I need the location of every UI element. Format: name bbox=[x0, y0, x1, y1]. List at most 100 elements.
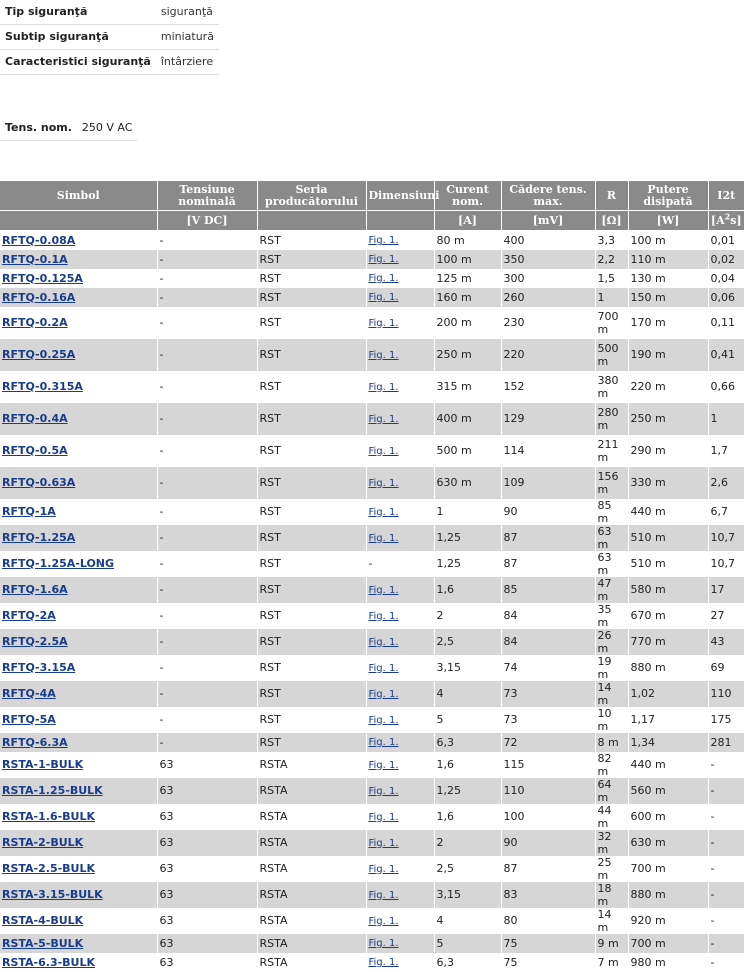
dimensions-cell: Fig. 1. bbox=[366, 268, 435, 288]
header-symbol[interactable]: Simbol bbox=[0, 181, 158, 211]
dimensions-link[interactable]: Fig. 1. bbox=[369, 663, 399, 674]
dimensions-link[interactable]: Fig. 1. bbox=[369, 350, 399, 361]
nominal-voltage-label: Tens. nom. bbox=[0, 116, 77, 141]
resistance-cell: 500 m bbox=[595, 338, 629, 371]
symbol-link[interactable]: RSTA-4-BULK bbox=[2, 914, 83, 927]
rated-voltage-cell: 63 bbox=[157, 777, 258, 804]
header-dimensions[interactable]: Dimensiuni bbox=[366, 181, 439, 211]
dimensions-link[interactable]: Fig. 1. bbox=[369, 254, 399, 265]
symbol-link[interactable]: RSTA-3.15-BULK bbox=[2, 888, 103, 901]
symbol-link[interactable]: RFTQ-2A bbox=[2, 609, 56, 622]
i2t-cell: 1,7 bbox=[708, 434, 744, 467]
dimensions-link[interactable]: Fig. 1. bbox=[369, 938, 399, 949]
symbol-link[interactable]: RSTA-2-BULK bbox=[2, 836, 83, 849]
dimensions-link[interactable]: Fig. 1. bbox=[369, 838, 399, 849]
series-cell: RST bbox=[257, 306, 367, 339]
dimensions-link[interactable]: Fig. 1. bbox=[369, 273, 399, 284]
dimensions-link[interactable]: Fig. 1. bbox=[369, 507, 399, 518]
symbol-link[interactable]: RFTQ-0.25A bbox=[2, 348, 75, 361]
series-cell: RSTA bbox=[257, 803, 367, 830]
symbol-link[interactable]: RFTQ-0.2A bbox=[2, 316, 68, 329]
dimensions-cell: Fig. 1. bbox=[366, 434, 435, 467]
dimensions-link[interactable]: Fig. 1. bbox=[369, 760, 399, 771]
dimensions-cell: Fig. 1. bbox=[366, 881, 435, 908]
series-cell: RST bbox=[257, 370, 367, 403]
series-cell: RSTA bbox=[257, 933, 367, 953]
dimensions-link[interactable]: Fig. 1. bbox=[369, 414, 399, 425]
symbol-link[interactable]: RFTQ-6.3A bbox=[2, 736, 68, 749]
dimensions-link[interactable]: Fig. 1. bbox=[369, 478, 399, 489]
symbol-link[interactable]: RSTA-1-BULK bbox=[2, 758, 83, 771]
series-cell: RSTA bbox=[257, 952, 367, 972]
symbol-link[interactable]: RSTA-5-BULK bbox=[2, 937, 83, 950]
header-manufacturer-series[interactable]: Seria producătorului bbox=[257, 181, 367, 211]
symbol-link[interactable]: RFTQ-1.6A bbox=[2, 583, 68, 596]
i2t-cell: 0,04 bbox=[708, 268, 744, 288]
dimensions-link[interactable]: Fig. 1. bbox=[369, 786, 399, 797]
i2t-cell: 43 bbox=[708, 628, 744, 655]
header-power-dissipation[interactable]: Putere disipată bbox=[628, 181, 709, 211]
dimensions-link[interactable]: Fig. 1. bbox=[369, 689, 399, 700]
power-dissipation-cell: 880 m bbox=[628, 881, 709, 908]
dimensions-link[interactable]: Fig. 1. bbox=[369, 533, 399, 544]
header-i2t[interactable]: I2t bbox=[708, 181, 744, 211]
dimensions-link[interactable]: Fig. 1. bbox=[369, 637, 399, 648]
symbol-link[interactable]: RFTQ-4A bbox=[2, 687, 56, 700]
dimensions-link[interactable]: Fig. 1. bbox=[369, 585, 399, 596]
power-dissipation-cell: 980 m bbox=[628, 952, 709, 972]
header-resistance[interactable]: R bbox=[595, 181, 629, 211]
symbol-link[interactable]: RFTQ-2.5A bbox=[2, 635, 68, 648]
symbol-link[interactable]: RFTQ-0.63A bbox=[2, 476, 75, 489]
symbol-cell: RFTQ-5A bbox=[0, 706, 158, 733]
dimensions-link[interactable]: Fig. 1. bbox=[369, 292, 399, 303]
symbol-link[interactable]: RFTQ-0.1A bbox=[2, 253, 68, 266]
power-dissipation-cell: 100 m bbox=[628, 230, 709, 250]
symbol-link[interactable]: RFTQ-1A bbox=[2, 505, 56, 518]
header-rated-voltage[interactable]: Tensiune nominală bbox=[157, 181, 258, 211]
table-row: RFTQ-0.5A - RST Fig. 1. 500 m 114 211 m 290 m 1,… bbox=[0, 434, 744, 467]
dimensions-link[interactable]: Fig. 1. bbox=[369, 957, 399, 968]
dimensions-link[interactable]: Fig. 1. bbox=[369, 715, 399, 726]
dimensions-link[interactable]: Fig. 1. bbox=[369, 864, 399, 875]
rated-current-cell: 100 m bbox=[434, 249, 502, 269]
dimensions-link[interactable]: Fig. 1. bbox=[369, 382, 399, 393]
voltage-drop-cell: 83 bbox=[501, 881, 596, 908]
dimensions-link[interactable]: Fig. 1. bbox=[369, 318, 399, 329]
series-cell: RST bbox=[257, 550, 367, 577]
dimensions-link[interactable]: Fig. 1. bbox=[369, 812, 399, 823]
voltage-drop-cell: 152 bbox=[501, 370, 596, 403]
header-rated-current[interactable]: Curent nom. bbox=[434, 181, 502, 211]
power-dissipation-cell: 250 m bbox=[628, 402, 709, 435]
rated-current-cell: 4 bbox=[434, 907, 502, 934]
symbol-link[interactable]: RFTQ-1.25A-LONG bbox=[2, 557, 114, 570]
symbol-link[interactable]: RFTQ-0.5A bbox=[2, 444, 68, 457]
table-row: RSTA-3.15-BULK 63 RSTA Fig. 1. 3,15 83 18 m 880… bbox=[0, 881, 744, 908]
symbol-link[interactable]: RSTA-6.3-BULK bbox=[2, 956, 95, 969]
attribute-label: Caracteristici siguranţă bbox=[0, 49, 156, 75]
symbol-link[interactable]: RSTA-1.25-BULK bbox=[2, 784, 103, 797]
symbol-link[interactable]: RFTQ-0.125A bbox=[2, 272, 83, 285]
dimensions-link[interactable]: Fig. 1. bbox=[369, 446, 399, 457]
unit-row: [V DC] [A] [mV] [Ω] [W] [A2s] bbox=[0, 210, 744, 231]
symbol-link[interactable]: RFTQ-5A bbox=[2, 713, 56, 726]
symbol-link[interactable]: RFTQ-0.16A bbox=[2, 291, 75, 304]
series-cell: RST bbox=[257, 498, 367, 525]
resistance-cell: 9 m bbox=[595, 933, 629, 953]
symbol-link[interactable]: RFTQ-3.15A bbox=[2, 661, 75, 674]
dimensions-link[interactable]: Fig. 1. bbox=[369, 611, 399, 622]
rated-voltage-cell: - bbox=[157, 550, 258, 577]
symbol-link[interactable]: RFTQ-0.315A bbox=[2, 380, 83, 393]
symbol-link[interactable]: RSTA-2.5-BULK bbox=[2, 862, 95, 875]
dimensions-link[interactable]: Fig. 1. bbox=[369, 890, 399, 901]
header-voltage-drop[interactable]: Cădere tens. max. bbox=[501, 181, 596, 211]
symbol-link[interactable]: RFTQ-1.25A bbox=[2, 531, 75, 544]
dimensions-link[interactable]: Fig. 1. bbox=[369, 737, 399, 748]
symbol-link[interactable]: RFTQ-0.4A bbox=[2, 412, 68, 425]
rated-current-cell: 1,6 bbox=[434, 803, 502, 830]
dimensions-link[interactable]: Fig. 1. bbox=[369, 916, 399, 927]
symbol-link[interactable]: RSTA-1.6-BULK bbox=[2, 810, 95, 823]
dimensions-link[interactable]: Fig. 1. bbox=[369, 235, 399, 246]
symbol-link[interactable]: RFTQ-0.08A bbox=[2, 234, 75, 247]
rated-current-cell: 1,6 bbox=[434, 576, 502, 603]
symbol-cell: RFTQ-1.25A bbox=[0, 524, 158, 551]
